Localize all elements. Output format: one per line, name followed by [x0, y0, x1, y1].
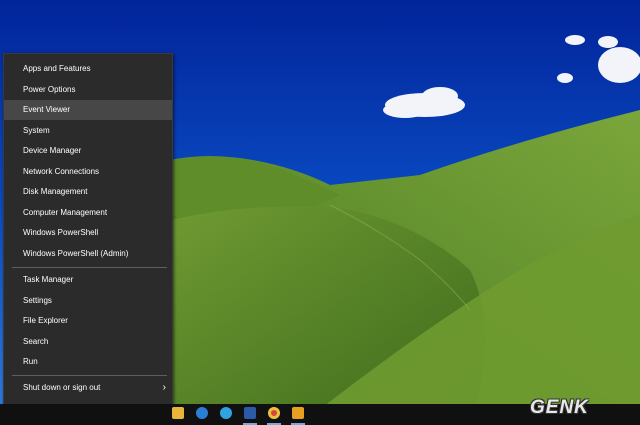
menu-item-run[interactable]: Run — [4, 352, 172, 372]
media-player-icon[interactable] — [292, 407, 304, 419]
menu-item-search[interactable]: Search — [4, 332, 172, 352]
file-explorer-icon[interactable] — [172, 407, 184, 419]
menu-item-network-connections[interactable]: Network Connections — [4, 162, 172, 182]
menu-item-windows-powershell-admin[interactable]: Windows PowerShell (Admin) — [4, 244, 172, 264]
menu-item-disk-management[interactable]: Disk Management — [4, 182, 172, 202]
winx-context-menu: Apps and Features Power Options Event Vi… — [3, 53, 173, 421]
menu-item-settings[interactable]: Settings — [4, 291, 172, 311]
store-icon[interactable] — [196, 407, 208, 419]
menu-separator — [12, 375, 167, 376]
menu-item-apps-and-features[interactable]: Apps and Features — [4, 59, 172, 79]
menu-item-computer-management[interactable]: Computer Management — [4, 203, 172, 223]
menu-item-windows-powershell[interactable]: Windows PowerShell — [4, 223, 172, 243]
telegram-icon[interactable] — [220, 407, 232, 419]
chrome-icon[interactable] — [268, 407, 280, 419]
menu-item-power-options[interactable]: Power Options — [4, 80, 172, 100]
chevron-right-icon: › — [162, 382, 166, 393]
word-icon[interactable] — [244, 407, 256, 419]
menu-item-system[interactable]: System — [4, 121, 172, 141]
menu-separator — [12, 267, 167, 268]
menu-item-label: Shut down or sign out — [23, 383, 101, 392]
menu-item-shut-down-or-sign-out[interactable]: Shut down or sign out › — [4, 378, 172, 398]
menu-item-task-manager[interactable]: Task Manager — [4, 270, 172, 290]
menu-item-device-manager[interactable]: Device Manager — [4, 141, 172, 161]
menu-item-file-explorer[interactable]: File Explorer — [4, 311, 172, 331]
menu-item-event-viewer[interactable]: Event Viewer — [4, 100, 172, 120]
genk-watermark-logo: GENK — [530, 397, 589, 418]
